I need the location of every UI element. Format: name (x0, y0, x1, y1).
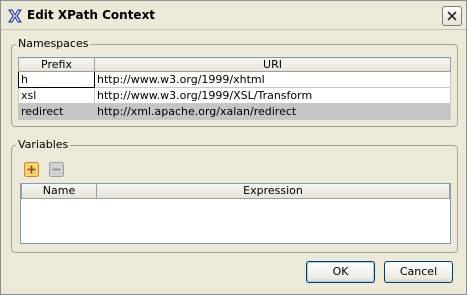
uri-cell[interactable]: http://www.w3.org/1999/xhtml (94, 71, 451, 88)
close-icon (447, 11, 457, 21)
variables-legend: Variables (16, 138, 71, 151)
namespaces-group: Namespaces Prefix URI h http://www.w3.or… (11, 37, 458, 127)
title-bar: Edit XPath Context (1, 1, 466, 30)
uri-cell[interactable]: http://xml.apache.org/xalan/redirect (94, 103, 451, 120)
variables-table[interactable]: Name Expression (20, 183, 451, 244)
dialog-title: Edit XPath Context (27, 8, 156, 22)
edit-xpath-context-dialog: Edit XPath Context Namespaces Prefix URI… (0, 0, 467, 295)
column-header-name[interactable]: Name (21, 184, 97, 199)
table-row[interactable]: h http://www.w3.org/1999/xhtml (18, 71, 451, 88)
add-variable-button[interactable] (24, 162, 39, 177)
cancel-button[interactable]: Cancel (384, 261, 453, 283)
namespaces-header-row: Prefix URI (18, 57, 451, 72)
app-icon (7, 8, 23, 24)
prefix-cell[interactable]: xsl (18, 87, 95, 104)
uri-cell[interactable]: http://www.w3.org/1999/XSL/Transform (94, 87, 451, 104)
variables-group: Variables Name Expression (11, 138, 458, 253)
namespaces-legend: Namespaces (16, 37, 91, 50)
table-row-selected[interactable]: redirect http://xml.apache.org/xalan/red… (18, 103, 451, 120)
prefix-cell[interactable]: redirect (18, 103, 95, 120)
column-header-uri[interactable]: URI (94, 57, 451, 72)
column-header-expression[interactable]: Expression (96, 184, 450, 199)
column-header-prefix[interactable]: Prefix (18, 57, 95, 72)
minus-icon (49, 162, 64, 177)
close-button[interactable] (442, 6, 462, 26)
variables-header-row: Name Expression (21, 184, 450, 199)
table-row[interactable]: xsl http://www.w3.org/1999/XSL/Transform (18, 87, 451, 104)
plus-icon (24, 162, 39, 177)
namespaces-table: Prefix URI h http://www.w3.org/1999/xhtm… (18, 57, 451, 120)
prefix-cell-editor[interactable]: h (18, 71, 95, 88)
remove-variable-button[interactable] (49, 162, 64, 177)
ok-button[interactable]: OK (306, 261, 375, 283)
